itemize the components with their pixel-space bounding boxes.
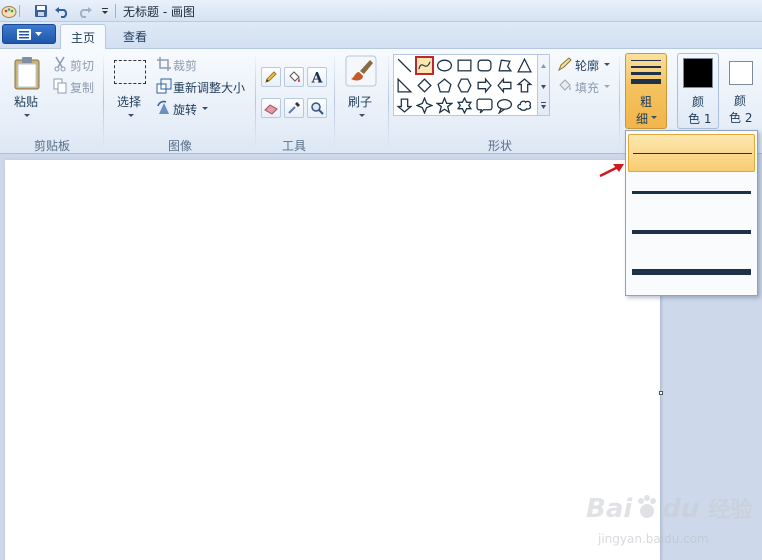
color2-label-line1: 颜 [734, 94, 747, 108]
clipboard-icon [14, 57, 40, 90]
outline-icon [557, 56, 573, 72]
tab-view[interactable]: 查看 [112, 24, 158, 48]
fill-icon [557, 78, 573, 94]
copy-button[interactable]: 复制 [70, 79, 94, 96]
size-label-line1: 粗 [640, 95, 653, 109]
shape-down-arrow-icon[interactable] [395, 96, 414, 115]
chevron-down-icon [34, 31, 42, 36]
shape-five-point-star-icon[interactable] [435, 96, 454, 115]
menu-icon [16, 28, 31, 40]
size-label-line2: 细 [636, 112, 649, 126]
rotate-button[interactable]: 旋转 [173, 101, 197, 118]
image-group-label: 图像 [167, 139, 192, 153]
shape-pentagon-icon[interactable] [435, 76, 454, 95]
select-icon[interactable] [114, 60, 146, 84]
watermark-cn: 经验 [708, 498, 753, 523]
paste-dropdown-icon[interactable] [24, 114, 30, 117]
paste-label: 粘贴 [14, 95, 39, 109]
color1-swatch [683, 58, 713, 88]
paw-icon [633, 493, 661, 521]
size-option-5px[interactable] [628, 214, 755, 252]
shape-up-arrow-icon[interactable] [515, 76, 534, 95]
shape-oval-icon[interactable] [435, 56, 454, 75]
fill-bucket-icon[interactable] [284, 67, 304, 87]
size-dropdown-menu [625, 130, 758, 296]
canvas-resize-handle[interactable] [659, 391, 663, 395]
shape-triangle-icon[interactable] [515, 56, 534, 75]
paste-button[interactable] [12, 56, 42, 92]
select-label: 选择 [117, 95, 142, 109]
pencil-icon[interactable] [261, 67, 281, 87]
color2-swatch [729, 61, 753, 85]
shape-four-point-star-icon[interactable] [415, 96, 434, 115]
cut-button[interactable]: 剪切 [70, 57, 94, 74]
shapes-gallery [393, 54, 538, 116]
color1-label-line1: 颜 [692, 95, 705, 109]
annotation-arrow-icon [598, 160, 628, 180]
paint-app-icon[interactable] [0, 2, 18, 20]
shape-cloud-callout-icon[interactable] [515, 96, 534, 115]
shape-left-arrow-icon[interactable] [495, 76, 514, 95]
resize-icon [156, 78, 172, 94]
shape-diamond-icon[interactable] [415, 76, 434, 95]
shape-polygon-icon[interactable] [495, 56, 514, 75]
shape-right-arrow-icon[interactable] [475, 76, 494, 95]
select-dropdown-icon[interactable] [128, 114, 134, 117]
outline-dropdown-icon[interactable] [604, 63, 610, 66]
shape-oval-callout-icon[interactable] [495, 96, 514, 115]
eraser-icon[interactable] [261, 98, 281, 118]
save-icon[interactable] [32, 2, 50, 20]
size-button[interactable]: 粗 细 [625, 53, 667, 129]
fill-button[interactable]: 填充 [575, 79, 599, 96]
shape-line-icon[interactable] [395, 56, 414, 75]
watermark-brand-1: Bai [586, 494, 633, 524]
shape-rounded-callout-icon[interactable] [475, 96, 494, 115]
brush-icon[interactable] [345, 55, 377, 89]
outline-button[interactable]: 轮廓 [575, 57, 599, 74]
shape-six-point-star-icon[interactable] [455, 96, 474, 115]
title-bar: 无标题 - 画图 [0, 0, 762, 22]
window-title: 无标题 - 画图 [123, 5, 195, 19]
color1-label-line2: 色 1 [688, 112, 712, 126]
customize-toolbar-icon[interactable] [96, 2, 114, 20]
tab-home[interactable]: 主页 [60, 24, 106, 49]
shape-hexagon-icon[interactable] [455, 76, 474, 95]
watermark-url: jingyan.baidu.com [598, 532, 709, 546]
brushes-dropdown-icon[interactable] [359, 114, 365, 117]
size-dropdown-icon [651, 116, 657, 119]
crop-icon [156, 56, 172, 72]
brushes-label: 刷子 [348, 95, 373, 109]
size-option-8px[interactable] [628, 254, 755, 292]
rotate-icon [156, 100, 172, 116]
shape-rounded-rectangle-icon[interactable] [475, 56, 494, 75]
text-icon[interactable]: A [307, 67, 327, 87]
rotate-dropdown-icon[interactable] [202, 107, 208, 110]
redo-icon[interactable] [76, 2, 94, 20]
scissors-icon [52, 56, 68, 72]
drawing-canvas[interactable] [5, 160, 660, 560]
watermark-brand-2: du [662, 494, 700, 524]
color2-label-line2: 色 2 [729, 111, 753, 125]
paint-menu-button[interactable] [2, 24, 56, 44]
copy-icon [52, 78, 68, 94]
shapes-scrollbar[interactable] [538, 54, 550, 116]
color-picker-icon[interactable] [284, 98, 304, 118]
undo-icon[interactable] [53, 2, 71, 20]
shapes-group-label: 形状 [487, 139, 512, 153]
tools-group-label: 工具 [281, 139, 306, 153]
fill-dropdown-icon[interactable] [604, 85, 610, 88]
size-option-3px[interactable] [628, 174, 755, 212]
clipboard-group-label: 剪贴板 [33, 139, 70, 153]
color2-button[interactable]: 颜 色 2 [723, 53, 761, 129]
size-option-1px[interactable] [628, 134, 755, 172]
svg-text:A: A [311, 71, 324, 85]
color1-button[interactable]: 颜 色 1 [677, 53, 719, 129]
shape-rectangle-icon[interactable] [455, 56, 474, 75]
crop-button[interactable]: 裁剪 [173, 57, 197, 74]
resize-button[interactable]: 重新调整大小 [173, 79, 245, 96]
shape-right-triangle-icon[interactable] [395, 76, 414, 95]
shape-curve-icon[interactable] [415, 56, 434, 75]
magnifier-icon[interactable] [307, 98, 327, 118]
baidu-jingyan-watermark: Bai du 经验 jingyan.baidu.com [586, 492, 756, 552]
